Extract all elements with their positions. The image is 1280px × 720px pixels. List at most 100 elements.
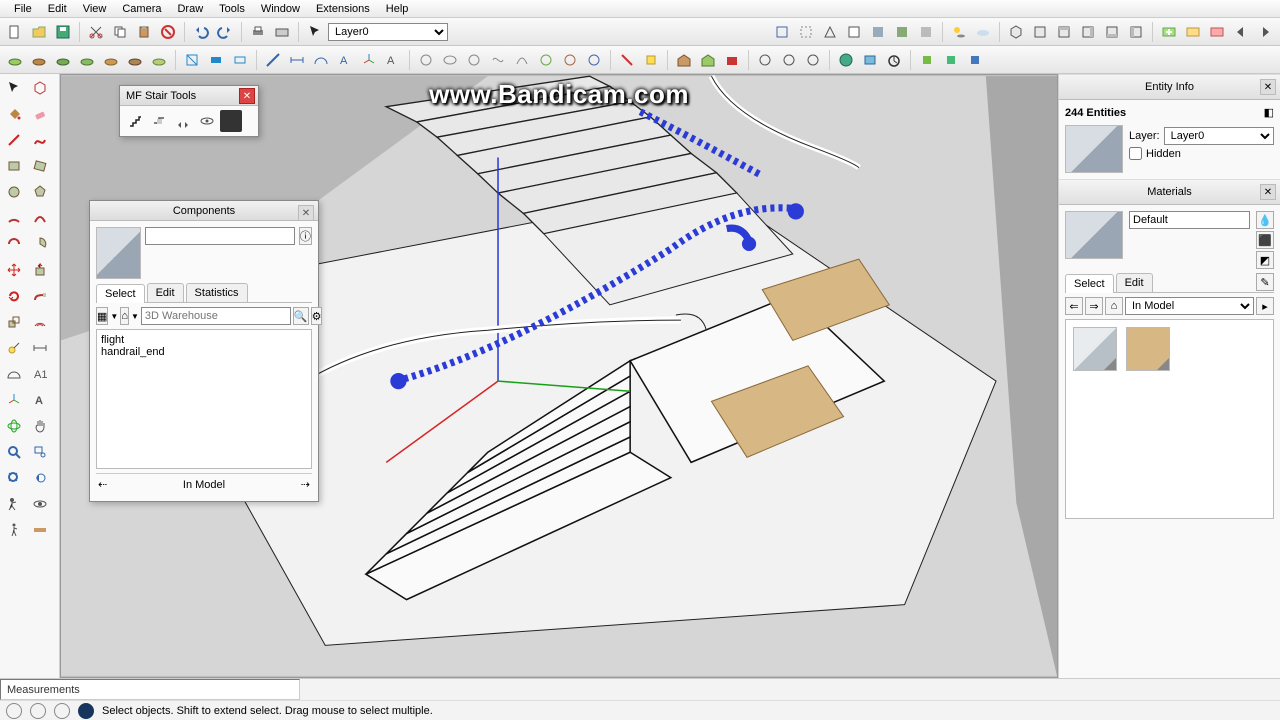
close-icon[interactable]: ✕ [298, 205, 314, 221]
paint-bucket-tool[interactable] [2, 102, 26, 126]
pie-tool[interactable] [28, 232, 52, 256]
delete-scene-button[interactable] [1206, 21, 1228, 43]
menu-edit[interactable]: Edit [40, 1, 75, 17]
rectangle-tool[interactable] [2, 154, 26, 178]
menu-tools[interactable]: Tools [211, 1, 253, 17]
section-display-button[interactable] [205, 49, 227, 71]
plugin-button[interactable] [616, 49, 638, 71]
view-top-button[interactable] [1029, 21, 1051, 43]
component-name-input[interactable] [145, 227, 295, 245]
chevron-down-icon[interactable]: ▼ [110, 312, 118, 321]
plugin-button[interactable] [439, 49, 461, 71]
copy-button[interactable] [109, 21, 131, 43]
viewport[interactable]: www.Bandicam.com [60, 74, 1058, 678]
fog-toggle-button[interactable] [972, 21, 994, 43]
set-default-button[interactable]: ◩ [1256, 251, 1274, 269]
credits-icon[interactable] [30, 703, 46, 719]
style-monochrome-button[interactable] [915, 21, 937, 43]
materials-swatch-grid[interactable] [1065, 319, 1274, 519]
menu-view[interactable]: View [75, 1, 115, 17]
tape-measure-button[interactable] [262, 49, 284, 71]
rotate-tool[interactable] [2, 284, 26, 308]
sandbox-flip-button[interactable] [100, 49, 122, 71]
plugin-button[interactable] [778, 49, 800, 71]
library-menu-button[interactable]: ▸ [1256, 297, 1274, 315]
geo-location-button[interactable] [835, 49, 857, 71]
update-scene-button[interactable] [1182, 21, 1204, 43]
paste-button[interactable] [133, 21, 155, 43]
text-button[interactable]: A [334, 49, 356, 71]
protractor-tool[interactable] [2, 362, 26, 386]
expand-icon[interactable]: ◧ [1264, 106, 1274, 119]
nav-back-icon[interactable]: ⇠ [98, 478, 107, 491]
menu-window[interactable]: Window [253, 1, 308, 17]
tab-select[interactable]: Select [1065, 274, 1114, 293]
create-material-button[interactable]: ⬛ [1256, 231, 1274, 249]
style-wireframe-button[interactable] [819, 21, 841, 43]
material-name-input[interactable] [1129, 211, 1250, 229]
plugin-button[interactable] [583, 49, 605, 71]
2pt-arc-tool[interactable] [28, 206, 52, 230]
plugin-button[interactable] [916, 49, 938, 71]
hidden-checkbox[interactable] [1129, 147, 1142, 160]
entity-info-title-bar[interactable]: Entity Info ✕ [1059, 74, 1280, 100]
menu-help[interactable]: Help [378, 1, 417, 17]
line-tool[interactable] [2, 128, 26, 152]
rotated-rect-tool[interactable] [28, 154, 52, 178]
close-icon[interactable]: ✕ [239, 88, 255, 104]
plugin-button[interactable] [640, 49, 662, 71]
view-right-button[interactable] [1077, 21, 1099, 43]
add-scene-button[interactable] [1158, 21, 1180, 43]
style-backedges-button[interactable] [795, 21, 817, 43]
current-material-thumbnail[interactable] [1065, 211, 1123, 259]
profile-icon[interactable] [54, 703, 70, 719]
warehouse-button[interactable] [673, 49, 695, 71]
close-icon[interactable]: ✕ [1260, 79, 1276, 95]
components-title-bar[interactable]: Components ✕ [90, 201, 318, 221]
timer-icon[interactable] [883, 49, 905, 71]
component-info-button[interactable]: ⓘ [299, 227, 312, 245]
stair-tools-window[interactable]: MF Stair Tools ✕ [119, 85, 259, 137]
previous-view-tool[interactable] [28, 466, 52, 490]
sandbox-drape-button[interactable] [52, 49, 74, 71]
open-file-button[interactable] [28, 21, 50, 43]
view-front-button[interactable] [1053, 21, 1075, 43]
select-arrow-icon[interactable] [304, 21, 326, 43]
dimension-button[interactable] [286, 49, 308, 71]
list-item[interactable]: flight [101, 334, 307, 346]
stair-create-button[interactable] [124, 110, 146, 132]
material-thumbnail[interactable] [1065, 125, 1123, 173]
stair-eye-button[interactable] [196, 110, 218, 132]
zoom-window-tool[interactable] [28, 440, 52, 464]
pan-tool[interactable] [28, 414, 52, 438]
style-shaded-button[interactable] [867, 21, 889, 43]
axes-tool[interactable] [2, 388, 26, 412]
prev-scene-button[interactable] [1230, 21, 1252, 43]
photo-textures-button[interactable] [859, 49, 881, 71]
extension-warehouse-button[interactable] [721, 49, 743, 71]
menu-draw[interactable]: Draw [169, 1, 211, 17]
search-icon[interactable]: 🔍 [293, 307, 309, 325]
section-tool[interactable] [28, 518, 52, 542]
status-dot-icon[interactable] [78, 703, 94, 719]
menu-file[interactable]: File [6, 1, 40, 17]
zoom-extents-tool[interactable] [2, 466, 26, 490]
shadows-toggle-button[interactable] [948, 21, 970, 43]
circle-tool[interactable] [2, 180, 26, 204]
menu-extensions[interactable]: Extensions [308, 1, 378, 17]
section-cut-button[interactable] [229, 49, 251, 71]
measurements-box[interactable]: Measurements [0, 679, 300, 700]
plugin-button[interactable] [463, 49, 485, 71]
home-button[interactable]: ⌂ [1105, 297, 1123, 315]
position-camera-tool[interactable] [2, 492, 26, 516]
arc-tool[interactable] [2, 206, 26, 230]
plugin-button[interactable] [487, 49, 509, 71]
stair-landing-button[interactable] [148, 110, 170, 132]
select-tool[interactable] [2, 76, 26, 100]
entity-layer-dropdown[interactable]: Layer0 [1164, 127, 1274, 145]
home-button[interactable]: ⌂ [120, 307, 129, 325]
close-icon[interactable]: ✕ [1260, 184, 1276, 200]
tab-edit[interactable]: Edit [1116, 273, 1153, 292]
nav-fwd-button[interactable]: ⇒ [1085, 297, 1103, 315]
pushpull-tool[interactable] [28, 258, 52, 282]
